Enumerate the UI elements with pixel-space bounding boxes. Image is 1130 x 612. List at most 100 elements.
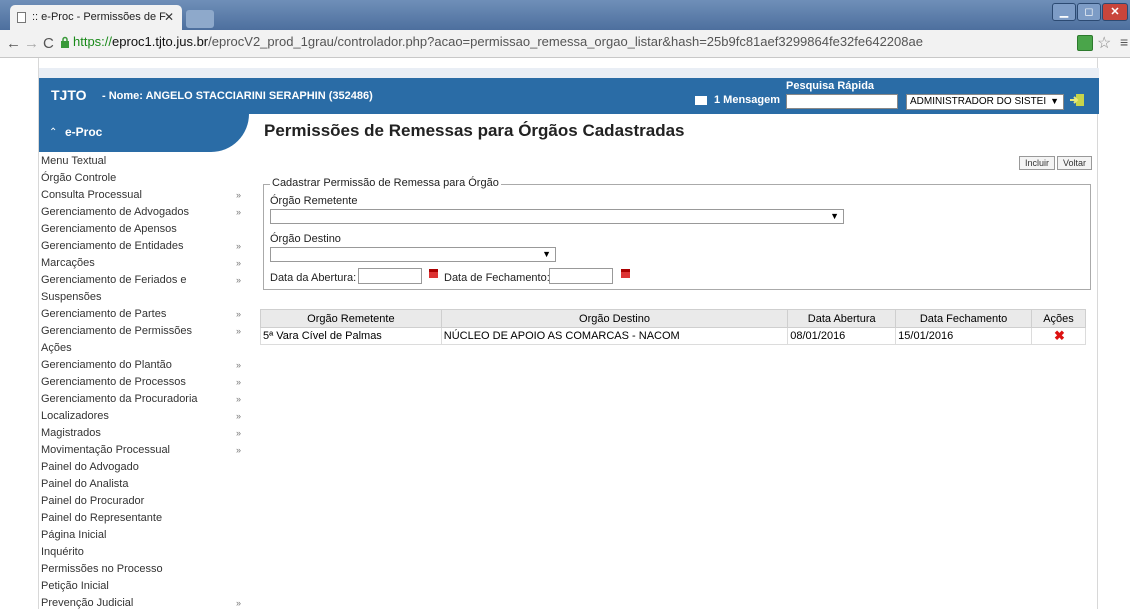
sidebar-item[interactable]: Petição Inicial bbox=[41, 578, 241, 595]
sidebar-item-label: Gerenciamento de Entidades bbox=[41, 240, 184, 252]
sidebar-item[interactable]: Gerenciamento de Permissões » bbox=[41, 323, 241, 340]
chevron-down-icon: ▼ bbox=[542, 249, 551, 259]
browser-menu-icon[interactable]: ≡ bbox=[1120, 34, 1128, 50]
sidebar-item[interactable]: Gerenciamento de Partes » bbox=[41, 306, 241, 323]
voltar-button[interactable]: Voltar bbox=[1057, 156, 1092, 170]
back-icon[interactable]: ← bbox=[6, 35, 21, 52]
expand-icon: » bbox=[235, 275, 241, 285]
collapse-icon[interactable]: ⌃ bbox=[49, 127, 57, 138]
sidebar-item-label: Magistrados bbox=[41, 427, 101, 439]
role-value: ADMINISTRADOR DO SISTEI bbox=[910, 96, 1047, 107]
expand-icon: » bbox=[235, 377, 241, 387]
role-select[interactable]: ADMINISTRADOR DO SISTEI ▼ bbox=[906, 94, 1064, 110]
data-abertura-input[interactable] bbox=[358, 268, 422, 284]
sidebar-item-label: Movimentação Processual bbox=[41, 444, 171, 456]
sidebar-item[interactable]: Painel do Advogado bbox=[41, 459, 241, 476]
url-scheme: https:// bbox=[73, 34, 113, 49]
bookmark-star-icon[interactable]: ☆ bbox=[1097, 33, 1111, 53]
orgao-destino-label: Órgão Destino bbox=[270, 233, 341, 245]
sidebar-item[interactable]: Painel do Analista bbox=[41, 476, 241, 493]
col-orgao-remetente[interactable]: Orgão Remetente bbox=[260, 309, 442, 328]
table-row: 5ª Vara Cível de Palmas NÚCLEO DE APOIO … bbox=[260, 327, 1086, 345]
expand-icon: » bbox=[235, 326, 241, 336]
exit-icon[interactable] bbox=[1069, 92, 1085, 108]
page-top-strip bbox=[39, 68, 1099, 78]
sidebar-item-label: Marcações bbox=[41, 257, 95, 269]
maximize-button[interactable]: ◻ bbox=[1077, 3, 1101, 21]
col-orgao-destino[interactable]: Orgão Destino bbox=[440, 309, 789, 328]
close-window-button[interactable]: ✕ bbox=[1102, 3, 1128, 21]
expand-icon: » bbox=[235, 360, 241, 370]
sidebar-item[interactable]: Painel do Representante bbox=[41, 510, 241, 527]
col-data-fechamento[interactable]: Data Fechamento bbox=[895, 309, 1033, 328]
sidebar-item-label: Página Inicial bbox=[41, 529, 107, 541]
calendar-icon[interactable] bbox=[429, 269, 438, 278]
page-title: Permissões de Remessas para Órgãos Cadas… bbox=[264, 121, 685, 140]
sidebar-item[interactable]: Localizadores » bbox=[41, 408, 241, 425]
data-fechamento-label: Data de Fechamento: bbox=[444, 272, 550, 284]
sidebar-item-label: Petição Inicial bbox=[41, 580, 109, 592]
incluir-button[interactable]: Incluir bbox=[1019, 156, 1055, 170]
reload-icon[interactable]: C bbox=[43, 35, 54, 52]
url-input[interactable]: https://eproc1.tjto.jus.br/eprocV2_prod_… bbox=[73, 34, 923, 49]
sidebar-item[interactable]: Órgão Controle bbox=[41, 170, 241, 187]
sidebar-item[interactable]: Magistrados » bbox=[41, 425, 241, 442]
table-header-row: Orgão Remetente Orgão Destino Data Abert… bbox=[260, 309, 1086, 328]
sidebar-item[interactable]: Gerenciamento de Advogados » bbox=[41, 204, 241, 221]
data-fechamento-input[interactable] bbox=[549, 268, 613, 284]
sidebar-title: e-Proc bbox=[65, 125, 103, 139]
quick-search-input[interactable] bbox=[786, 94, 898, 109]
expand-icon: » bbox=[235, 394, 241, 404]
messages-link[interactable]: 1 Mensagem bbox=[714, 94, 780, 106]
sidebar-item[interactable]: Inquérito bbox=[41, 544, 241, 561]
forward-icon[interactable]: → bbox=[24, 35, 39, 52]
sidebar-item[interactable]: Consulta Processual » bbox=[41, 187, 241, 204]
sidebar-header[interactable]: ⌃ e-Proc bbox=[39, 114, 249, 152]
sidebar-item-label: Inquérito bbox=[41, 546, 84, 558]
sidebar-menu: Menu Textual Órgão Controle Consulta Proce… bbox=[41, 153, 241, 612]
sidebar-item[interactable]: Permissões no Processo bbox=[41, 561, 241, 578]
orgao-remetente-select[interactable]: ▼ bbox=[270, 209, 844, 224]
results-table: Orgão Remetente Orgão Destino Data Abert… bbox=[260, 309, 1086, 345]
quick-search-label: Pesquisa Rápida bbox=[786, 80, 875, 92]
delete-icon[interactable]: ✖ bbox=[1031, 327, 1086, 345]
sidebar-item[interactable]: Marcações » bbox=[41, 255, 241, 272]
col-acoes: Ações bbox=[1031, 309, 1086, 328]
orgao-destino-select[interactable]: ▼ bbox=[270, 247, 556, 262]
sidebar-item[interactable]: Painel do Procurador bbox=[41, 493, 241, 510]
sidebar-item[interactable]: Gerenciamento de Feriados e Suspensões » bbox=[41, 272, 241, 306]
expand-icon: » bbox=[235, 445, 241, 455]
expand-icon: » bbox=[235, 241, 241, 251]
sidebar-item[interactable]: Ações bbox=[41, 340, 241, 357]
minimize-button[interactable]: ▁ bbox=[1052, 3, 1076, 21]
sidebar-item[interactable]: Gerenciamento da Procuradoria » bbox=[41, 391, 241, 408]
sidebar-item-label: Consulta Processual bbox=[41, 189, 142, 201]
calendar-icon[interactable] bbox=[621, 269, 630, 278]
sidebar-item-label: Permissões no Processo bbox=[41, 563, 163, 575]
browser-tab[interactable]: :: e-Proc - Permissões de F ✕ bbox=[10, 5, 182, 31]
new-tab-button[interactable] bbox=[186, 10, 214, 28]
browser-tabstrip: :: e-Proc - Permissões de F ✕ ▁ ◻ ✕ bbox=[0, 0, 1130, 31]
sidebar-item[interactable]: Gerenciamento de Apensos bbox=[41, 221, 241, 238]
sidebar-item-label: Gerenciamento de Permissões bbox=[41, 325, 193, 337]
sidebar-item[interactable]: Prevenção Judicial » bbox=[41, 595, 241, 612]
sidebar-item-label: Gerenciamento da Procuradoria bbox=[41, 393, 198, 405]
app-header: TJTO - Nome: ANGELO STACCIARINI SERAPHIN… bbox=[39, 78, 1099, 114]
close-tab-icon[interactable]: ✕ bbox=[164, 10, 174, 24]
col-data-abertura[interactable]: Data Abertura bbox=[787, 309, 897, 328]
sidebar-item[interactable]: Página Inicial bbox=[41, 527, 241, 544]
extension-icon[interactable] bbox=[1077, 35, 1093, 51]
url-host: eproc1.tjto.jus.br bbox=[112, 34, 209, 49]
mail-icon[interactable] bbox=[695, 96, 707, 105]
sidebar-item-label: Órgão Controle bbox=[41, 172, 117, 184]
sidebar-item-label: Painel do Analista bbox=[41, 478, 129, 490]
sidebar-item[interactable]: Gerenciamento de Processos » bbox=[41, 374, 241, 391]
fieldset-legend: Cadastrar Permissão de Remessa para Órgã… bbox=[270, 177, 501, 189]
sidebar-item-label: Gerenciamento de Advogados bbox=[41, 206, 189, 218]
expand-icon: » bbox=[235, 428, 241, 438]
sidebar-item[interactable]: Gerenciamento de Entidades » bbox=[41, 238, 241, 255]
sidebar-item[interactable]: Menu Textual bbox=[41, 153, 241, 170]
sidebar-item[interactable]: Gerenciamento do Plantão » bbox=[41, 357, 241, 374]
sidebar-item-label: Localizadores bbox=[41, 410, 109, 422]
sidebar-item[interactable]: Movimentação Processual » bbox=[41, 442, 241, 459]
